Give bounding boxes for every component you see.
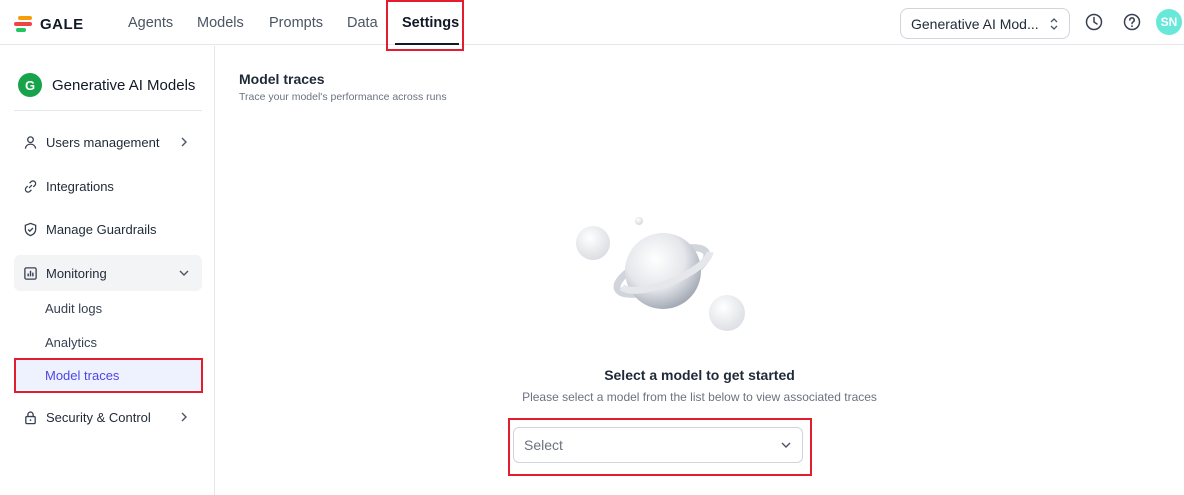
user-icon: [22, 134, 38, 150]
logo-mark-icon: [14, 16, 34, 32]
planet-illustration-icon: [576, 217, 745, 331]
history-clock-icon[interactable]: [1084, 12, 1104, 32]
link-icon: [22, 178, 38, 194]
app-logo[interactable]: GALE: [14, 14, 84, 34]
user-avatar[interactable]: SN: [1156, 9, 1182, 35]
sidebar-item-label: Manage Guardrails: [46, 221, 157, 237]
chevron-right-icon: [181, 137, 187, 147]
project-selector[interactable]: Generative AI Mod...: [900, 8, 1070, 39]
tab-agents[interactable]: Agents: [128, 14, 173, 34]
sort-updown-icon: [1050, 17, 1058, 30]
chart-icon: [22, 265, 38, 281]
help-icon[interactable]: [1122, 12, 1142, 32]
sidebar-item-monitoring[interactable]: Monitoring: [14, 255, 202, 291]
empty-state-title: Select a model to get started: [604, 367, 795, 383]
empty-state-description: Please select a model from the list belo…: [522, 390, 877, 404]
model-select-dropdown[interactable]: Select: [513, 427, 803, 463]
workspace-header: G Generative AI Models: [18, 73, 195, 97]
active-tab-indicator: [395, 43, 459, 45]
page-title: Model traces: [239, 71, 325, 87]
top-navigation-bar: GALE Agents Models Prompts Data Settings…: [0, 0, 1184, 45]
workspace-name: Generative AI Models: [52, 76, 196, 94]
tab-settings[interactable]: Settings: [402, 14, 459, 34]
sidebar-subitem-analytics[interactable]: Analytics: [14, 327, 202, 357]
sidebar-subitem-audit-logs[interactable]: Audit logs: [14, 293, 202, 323]
shield-icon: [22, 221, 38, 237]
tab-data[interactable]: Data: [347, 14, 378, 34]
sidebar-item-label: Users management: [46, 134, 160, 150]
sidebar-divider: [14, 110, 202, 111]
chevron-down-icon: [781, 442, 791, 448]
model-select-placeholder: Select: [524, 437, 563, 453]
project-selector-value: Generative AI Mod...: [911, 15, 1039, 32]
workspace-avatar: G: [18, 73, 42, 97]
chevron-right-icon: [181, 412, 187, 422]
sidebar-item-users-management[interactable]: Users management: [14, 124, 202, 160]
sidebar-item-label: Security & Control: [46, 409, 151, 425]
page-subtitle: Trace your model's performance across ru…: [239, 91, 447, 103]
sidebar-item-security-control[interactable]: Security & Control: [14, 399, 202, 435]
logo-text: GALE: [40, 15, 84, 33]
tab-models[interactable]: Models: [197, 14, 244, 34]
settings-sidebar: G Generative AI Models Users management …: [0, 46, 215, 495]
tab-prompts[interactable]: Prompts: [269, 14, 323, 34]
sidebar-item-manage-guardrails[interactable]: Manage Guardrails: [14, 211, 202, 247]
sidebar-item-label: Integrations: [46, 178, 114, 194]
chevron-down-icon: [179, 270, 189, 276]
sidebar-item-integrations[interactable]: Integrations: [14, 168, 202, 204]
sidebar-item-label: Monitoring: [46, 265, 107, 281]
lock-icon: [22, 409, 38, 425]
